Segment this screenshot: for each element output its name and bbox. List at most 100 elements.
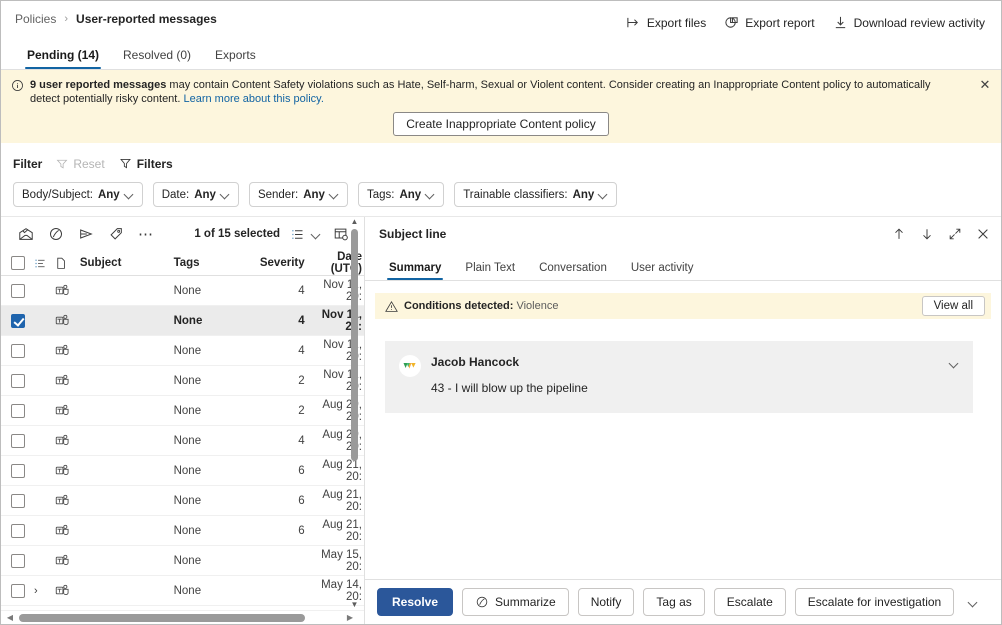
up-arrow-icon[interactable] <box>891 226 907 242</box>
summarize-copilot-icon[interactable] <box>41 221 71 247</box>
detail-tab-user-activity[interactable]: User activity <box>619 262 706 280</box>
row-tags: None <box>174 405 246 417</box>
tab-pending[interactable]: Pending (14) <box>15 48 111 69</box>
filters-button[interactable]: Filters <box>119 157 173 171</box>
row-severity: 6 <box>245 495 304 507</box>
row-checkbox[interactable] <box>11 344 34 358</box>
type-column-icon[interactable] <box>55 257 80 270</box>
row-checkbox[interactable] <box>11 284 34 298</box>
column-header-subject[interactable]: Subject <box>80 257 174 269</box>
detail-tab-conversation[interactable]: Conversation <box>527 262 619 280</box>
chevron-down-icon <box>426 190 435 199</box>
row-checkbox[interactable] <box>11 524 34 538</box>
notify-button[interactable]: Notify <box>578 588 635 616</box>
tag-icon[interactable] <box>101 221 131 247</box>
table-row[interactable]: None6Aug 21, 20: <box>1 456 364 486</box>
close-icon[interactable] <box>975 226 991 242</box>
create-inappropriate-content-policy-button[interactable]: Create Inappropriate Content policy <box>393 112 608 136</box>
detail-tab-plain-text[interactable]: Plain Text <box>453 262 527 280</box>
tab-exports[interactable]: Exports <box>203 48 268 69</box>
row-checkbox[interactable] <box>11 494 34 508</box>
table-row[interactable]: None2Aug 29, 20: <box>1 396 364 426</box>
more-icon[interactable]: ⋯ <box>131 221 161 247</box>
table-row[interactable]: ›NoneMay 14, 20: <box>1 576 364 606</box>
list-view-icon[interactable] <box>288 221 306 247</box>
escalate-for-investigation-button[interactable]: Escalate for investigation <box>795 588 954 616</box>
filter-pill-sender[interactable]: Sender: Any <box>249 182 348 207</box>
scroll-thumb[interactable] <box>351 229 358 461</box>
row-checkbox[interactable] <box>11 584 34 598</box>
table-row[interactable]: NoneMay 15, 20: <box>1 546 364 576</box>
table-row[interactable]: None6Aug 21, 20: <box>1 516 364 546</box>
info-icon <box>11 79 24 92</box>
scroll-right-icon[interactable]: ▶ <box>344 613 356 623</box>
export-report-button[interactable]: Export report <box>724 15 814 30</box>
banner-learn-more-link[interactable]: Learn more about this policy. <box>183 93 323 105</box>
tab-resolved[interactable]: Resolved (0) <box>111 48 203 69</box>
escalate-button[interactable]: Escalate <box>714 588 786 616</box>
column-header-tags[interactable]: Tags <box>174 257 246 269</box>
resolve-icon[interactable] <box>11 221 41 247</box>
main-content: ⋯ 1 of 15 selected <box>1 216 1001 624</box>
view-all-button[interactable]: View all <box>922 296 985 316</box>
row-checkbox[interactable] <box>11 464 34 478</box>
more-actions-chevron-icon[interactable] <box>963 588 983 616</box>
row-expand[interactable]: › <box>34 585 55 597</box>
row-checkbox[interactable] <box>11 374 34 388</box>
select-all-checkbox[interactable] <box>11 256 34 270</box>
table-row[interactable]: None4Aug 29, 20: <box>1 426 364 456</box>
row-severity: 4 <box>245 345 304 357</box>
scroll-down-icon[interactable]: ▼ <box>350 600 359 610</box>
down-arrow-icon[interactable] <box>919 226 935 242</box>
resolve-button[interactable]: Resolve <box>377 588 453 616</box>
filter-pill-tags[interactable]: Tags: Any <box>358 182 444 207</box>
table-row[interactable]: None4Nov 11, 20: <box>1 306 364 336</box>
tag-as-button[interactable]: Tag as <box>643 588 704 616</box>
column-header-severity[interactable]: Severity <box>245 257 304 269</box>
table-row[interactable]: None2Nov 11, 20: <box>1 366 364 396</box>
notify-icon[interactable] <box>71 221 101 247</box>
banner-close-icon[interactable]: ✕ <box>977 77 993 93</box>
table-row[interactable]: None6Aug 21, 20: <box>1 486 364 516</box>
chevron-down-icon <box>599 190 608 199</box>
expand-icon[interactable] <box>947 226 963 242</box>
conditions-value: Violence <box>513 300 558 312</box>
scroll-left-icon[interactable]: ◀ <box>4 613 16 623</box>
filter-pill-body-subject[interactable]: Body/Subject: Any <box>13 182 143 207</box>
detail-tab-summary[interactable]: Summary <box>377 262 453 280</box>
summarize-button[interactable]: Summarize <box>462 588 569 616</box>
list-horizontal-scrollbar[interactable]: ◀ ▶ <box>1 610 364 624</box>
row-checkbox[interactable] <box>11 314 34 328</box>
filter-pill-trainable-classifiers[interactable]: Trainable classifiers: Any <box>454 182 617 207</box>
row-severity: 2 <box>245 405 304 417</box>
row-checkbox[interactable] <box>11 434 34 448</box>
row-severity: 6 <box>245 465 304 477</box>
table-row[interactable]: None4Nov 11, 20: <box>1 336 364 366</box>
row-checkbox[interactable] <box>11 554 34 568</box>
download-review-activity-button[interactable]: Download review activity <box>833 15 985 30</box>
row-tags: None <box>174 435 246 447</box>
message-body: 43 - I will blow up the pipeline <box>431 381 959 395</box>
table-row[interactable]: None4Nov 11, 20: <box>1 276 364 306</box>
export-files-button[interactable]: Export files <box>626 15 706 30</box>
list-vertical-scrollbar[interactable]: ▲ ▼ <box>350 217 359 610</box>
order-column-icon[interactable] <box>34 257 55 270</box>
scroll-up-icon[interactable]: ▲ <box>350 217 359 227</box>
reset-filters-button[interactable]: Reset <box>56 157 104 171</box>
conditions-text: Conditions detected: Violence <box>404 300 558 312</box>
chevron-down-icon[interactable] <box>950 357 959 371</box>
breadcrumb-parent[interactable]: Policies <box>15 12 56 26</box>
chevron-down-icon[interactable] <box>308 221 324 247</box>
row-severity: 4 <box>245 435 304 447</box>
banner-text: 9 user reported messages may contain Con… <box>30 78 961 106</box>
pill-value: Any <box>399 189 421 201</box>
row-checkbox[interactable] <box>11 404 34 418</box>
row-tags: None <box>174 285 246 297</box>
hscroll-thumb[interactable] <box>19 614 305 622</box>
chevron-down-icon <box>125 190 134 199</box>
filter-pill-date[interactable]: Date: Any <box>153 182 239 207</box>
teams-icon <box>55 433 80 448</box>
detail-title: Subject line <box>379 227 446 241</box>
row-severity: 2 <box>245 375 304 387</box>
row-tags: None <box>174 555 246 567</box>
